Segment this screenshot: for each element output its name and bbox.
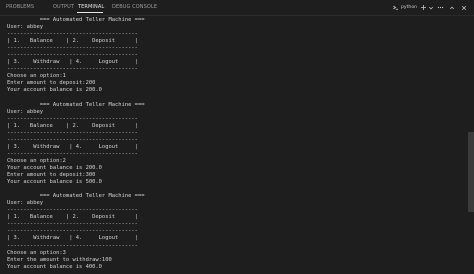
terminal-line: | 1. Balance | 2. Deposit | bbox=[7, 38, 138, 45]
maximize-panel-icon[interactable] bbox=[449, 3, 455, 12]
terminal-line: ---------------------------------------- bbox=[7, 136, 138, 143]
terminal-line: ---------------------------------------- bbox=[7, 207, 138, 214]
terminal-scrollbar-thumb[interactable] bbox=[468, 132, 474, 212]
terminal-line: Choose an option:1 bbox=[7, 73, 66, 80]
terminal-line: Your account balance is 200.0 bbox=[7, 87, 102, 94]
active-tab-indicator bbox=[77, 12, 103, 13]
terminal-line: ---------------------------------------- bbox=[7, 242, 138, 249]
terminal-line: | 3. Withdraw | 4. Logout | bbox=[7, 143, 138, 150]
terminal-line: === Automated Teller Machine === bbox=[7, 17, 145, 23]
terminal-line: Choose an option:2 bbox=[7, 157, 66, 164]
terminal-line: ---------------------------------------- bbox=[7, 129, 138, 136]
terminal-line: ---------------------------------------- bbox=[7, 115, 138, 122]
terminal-line: | 3. Withdraw | 4. Logout | bbox=[7, 235, 138, 242]
add-terminal-icon[interactable] bbox=[420, 3, 427, 12]
terminal-line: | 1. Balance | 2. Deposit | bbox=[7, 214, 138, 221]
terminal-line: Your account balance is 400.0 bbox=[7, 263, 102, 270]
tab-terminal[interactable]: TERMINAL bbox=[78, 4, 104, 10]
terminal-line: ---------------------------------------- bbox=[7, 45, 138, 52]
terminal-output[interactable]: === Automated Teller Machine === User: ab… bbox=[7, 17, 462, 274]
terminal-line: ---------------------------------------- bbox=[7, 31, 138, 38]
more-actions-icon[interactable] bbox=[437, 3, 444, 12]
tab-problems[interactable]: PROBLEMS bbox=[6, 4, 34, 10]
close-panel-icon[interactable] bbox=[461, 3, 467, 12]
terminal-icon bbox=[392, 4, 399, 11]
terminal-line: Enter the amount to withdraw:100 bbox=[7, 256, 112, 263]
terminal-selector[interactable]: python bbox=[392, 3, 417, 12]
terminal-line: === Automated Teller Machine === bbox=[7, 101, 145, 108]
terminal-line: Enter amount to deposit:300 bbox=[7, 172, 96, 179]
tab-output[interactable]: OUTPUT bbox=[53, 4, 74, 10]
panel-tab-bar: PROBLEMS OUTPUT TERMINAL DEBUG CONSOLE p… bbox=[0, 0, 474, 16]
terminal-line: | 1. Balance | 2. Deposit | bbox=[7, 122, 138, 129]
terminal-line: User: abbey bbox=[7, 24, 44, 31]
terminal-name: python bbox=[401, 5, 418, 10]
terminal-line: Enter amount to deposit:200 bbox=[7, 80, 96, 87]
terminal-line: | 3. Withdraw | 4. Logout | bbox=[7, 59, 138, 66]
terminal-line: ---------------------------------------- bbox=[7, 228, 138, 235]
terminal-line: User: abbey bbox=[7, 108, 44, 115]
terminal-line: ---------------------------------------- bbox=[7, 150, 138, 157]
terminal-line: Your account balance is 500.0 bbox=[7, 179, 102, 186]
terminal-line: User: abbey bbox=[7, 200, 44, 207]
tab-debug-console[interactable]: DEBUG CONSOLE bbox=[112, 4, 157, 10]
terminal-line: Choose an option:3 bbox=[7, 249, 66, 256]
terminal-line: ---------------------------------------- bbox=[7, 66, 138, 73]
terminal-line: ---------------------------------------- bbox=[7, 52, 138, 59]
terminal-line: === Automated Teller Machine === bbox=[7, 193, 145, 200]
chevron-down-icon[interactable] bbox=[428, 3, 434, 12]
terminal-line: Your account balance is 200.0 bbox=[7, 164, 102, 171]
terminal-line: ---------------------------------------- bbox=[7, 221, 138, 228]
